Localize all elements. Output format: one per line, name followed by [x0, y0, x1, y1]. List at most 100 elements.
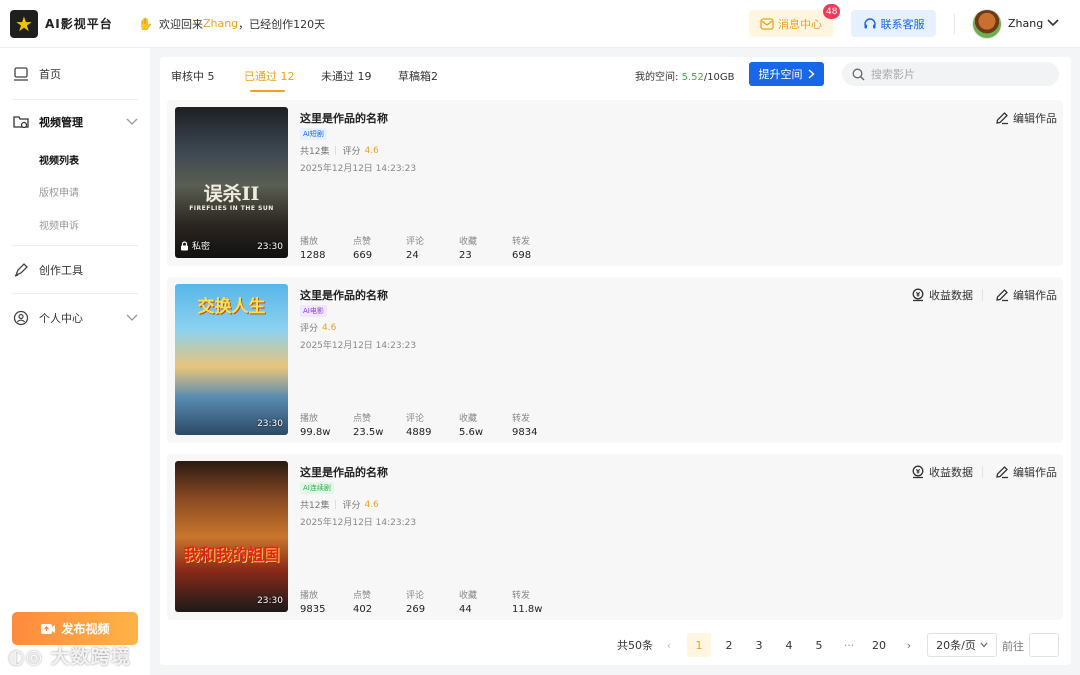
edit-work-button[interactable]: 编辑作品 [995, 110, 1057, 126]
work-thumbnail[interactable]: 误杀II FIREFLIES IN THE SUN 私密 23:30 [175, 107, 288, 258]
work-title[interactable]: 这里是作品的名称 [300, 110, 388, 126]
chevron-down-icon[interactable] [1046, 17, 1060, 29]
sidebar-item-copyright-apply[interactable]: 版权申请 [39, 184, 79, 199]
pagination-page[interactable]: 5 [807, 633, 831, 657]
monitor-icon [12, 65, 30, 83]
pagination-page[interactable]: 1 [687, 633, 711, 657]
work-meta: 共12集 评分 4.6 [300, 145, 379, 158]
pagination-total: 共50条 [617, 639, 653, 652]
user-name[interactable]: Zhang [1008, 17, 1043, 30]
work-thumbnail[interactable]: 我和我的祖国 23:30 [175, 461, 288, 612]
pagination-page[interactable]: 20 [867, 633, 891, 657]
work-title[interactable]: 这里是作品的名称 [300, 287, 388, 303]
sidebar-item-video-list[interactable]: 视频列表 [39, 152, 79, 167]
edit-work-button[interactable]: 编辑作品 [995, 464, 1057, 480]
work-meta: 共12集 评分 4.6 [300, 499, 379, 512]
stat-likes: 点赞 402 [353, 591, 373, 615]
work-type-tag: AI连续剧 [300, 482, 334, 494]
pagination: 共50条 ‹ 1 2 3 4 5 ··· 20 › 20条/页 前往 [160, 633, 1071, 657]
active-tab-indicator [250, 90, 285, 92]
goto-page-input[interactable] [1029, 633, 1059, 657]
page-size-select[interactable]: 20条/页 [927, 633, 997, 657]
poster-subtitle: FIREFLIES IN THE SUN [189, 205, 274, 212]
goto-label: 前往 [1002, 640, 1024, 653]
stat-favorites: 收藏 5.6w [459, 414, 484, 438]
video-duration: 23:30 [257, 419, 283, 429]
sidebar-divider [12, 99, 138, 100]
pagination-ellipsis[interactable]: ··· [837, 633, 861, 657]
sidebar-item-creation-tools[interactable]: 创作工具 [12, 261, 138, 279]
app-logo[interactable]: ★ AI影视平台 [10, 9, 120, 38]
storage-used: 5.52 [681, 72, 704, 83]
sidebar-item-home[interactable]: 首页 [12, 65, 138, 83]
stat-plays: 播放 9835 [300, 591, 326, 615]
pagination-next-button[interactable]: › [899, 633, 919, 657]
tab-in-review[interactable]: 审核中 5 [171, 68, 215, 84]
poster-title: 误杀II [203, 183, 260, 205]
message-center-button[interactable]: 消息中心 [749, 10, 833, 37]
sidebar-divider [12, 293, 138, 294]
chevron-down-icon [126, 314, 138, 321]
sidebar-item-video-appeal[interactable]: 视频申诉 [39, 217, 79, 232]
stat-shares: 转发 11.8w [512, 591, 543, 615]
watermark-icon: ◐◎ [8, 646, 51, 668]
video-upload-icon [41, 623, 56, 634]
action-divider [982, 466, 983, 478]
edit-work-button[interactable]: 编辑作品 [995, 287, 1057, 303]
search-input[interactable] [871, 67, 1041, 81]
poster-title: 交换人生 [197, 297, 266, 317]
stat-plays: 播放 1288 [300, 237, 326, 261]
work-title[interactable]: 这里是作品的名称 [300, 464, 388, 480]
pagination-prev-button[interactable]: ‹ [659, 633, 679, 657]
tab-rejected[interactable]: 未通过 19 [321, 68, 372, 84]
stat-plays: 播放 99.8w [300, 414, 331, 438]
revenue-icon [912, 465, 924, 479]
watermark-logo: ◐◎ 大数跨境 [8, 646, 131, 668]
pagination-page[interactable]: 3 [747, 633, 771, 657]
welcome-message: ✋ 欢迎回来 Zhang ，已经创作120天 [138, 16, 326, 31]
work-card: 误杀II FIREFLIES IN THE SUN 私密 23:30 这里是作品… [167, 100, 1063, 266]
stat-likes: 点赞 23.5w [353, 414, 384, 438]
edit-pen-icon [996, 289, 1008, 302]
customer-service-button[interactable]: 联系客服 [851, 10, 936, 37]
status-tabs: 审核中 5 已通过 12 未通过 19 草稿箱2 我的空间: 5.52/10GB… [160, 57, 1071, 95]
stat-comments: 评论 24 [406, 237, 425, 261]
publish-video-button[interactable]: 发布视频 [12, 612, 138, 645]
video-duration: 23:30 [257, 596, 283, 606]
work-card: 交换人生 23:30 这里是作品的名称 AI电影 评分 4.6 2025年12月1… [167, 277, 1063, 443]
poster-title: 我和我的祖国 [183, 545, 280, 564]
user-avatar[interactable] [972, 9, 1002, 39]
work-thumbnail[interactable]: 交换人生 23:30 [175, 284, 288, 435]
edit-pen-icon [996, 466, 1008, 479]
sidebar-item-personal-center[interactable]: 个人中心 [12, 309, 138, 327]
tab-approved[interactable]: 已通过 12 [244, 68, 295, 84]
main-panel: 审核中 5 已通过 12 未通过 19 草稿箱2 我的空间: 5.52/10GB… [160, 57, 1071, 665]
upgrade-space-button[interactable]: 提升空间 [749, 62, 824, 86]
tab-drafts[interactable]: 草稿箱2 [398, 68, 438, 84]
stat-shares: 转发 9834 [512, 414, 538, 438]
star-logo-icon: ★ [10, 9, 38, 38]
folder-video-icon [12, 113, 30, 131]
video-duration: 23:30 [257, 242, 283, 252]
storage-space: 我的空间: 5.52/10GB [635, 72, 735, 83]
action-divider [982, 289, 983, 301]
edit-pen-icon [996, 112, 1008, 125]
sidebar: 首页 视频管理 视频列表 版权申请 视频申诉 创作工具 个人中心 发布视频 ◐◎… [0, 48, 150, 675]
work-score: 4.6 [364, 145, 379, 156]
chevron-down-icon [126, 118, 138, 125]
work-score: 4.6 [322, 322, 337, 333]
headset-icon [863, 17, 876, 28]
pagination-page[interactable]: 4 [777, 633, 801, 657]
work-type-tag: AI电影 [300, 305, 327, 317]
pagination-page[interactable]: 2 [717, 633, 741, 657]
work-type-tag: AI短剧 [300, 128, 327, 140]
chevron-down-icon [980, 642, 988, 648]
sidebar-item-video-management[interactable]: 视频管理 [12, 113, 138, 131]
search-icon [852, 68, 865, 80]
revenue-data-button[interactable]: 收益数据 [911, 464, 973, 480]
wave-hand-icon: ✋ [138, 16, 153, 31]
search-box[interactable] [842, 62, 1059, 86]
revenue-data-button[interactable]: 收益数据 [911, 287, 973, 303]
stat-shares: 转发 698 [512, 237, 532, 261]
message-count-badge: 48 [823, 4, 841, 19]
